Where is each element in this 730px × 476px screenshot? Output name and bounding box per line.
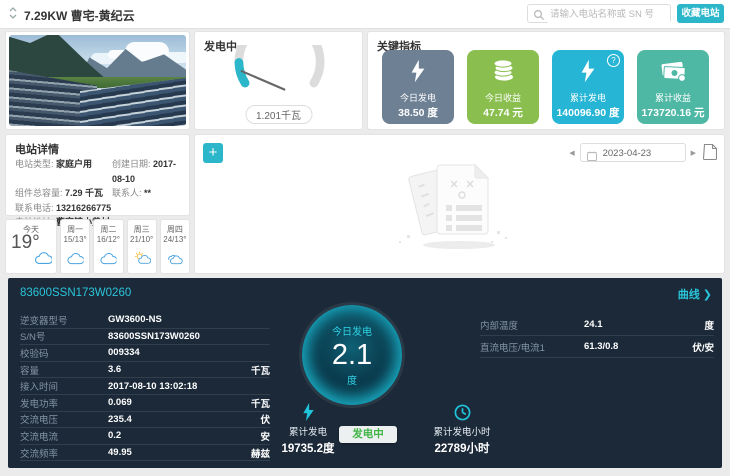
total-hours-stat: 累计发电小时 22789小时 [410,402,514,456]
station-details-card: 电站详情 电站类型: 家庭户用 创建日期: 2017-08-10 组件总容量: … [5,134,190,216]
field-create-date: 创建日期: 2017-08-10 [112,157,183,186]
key-metrics-card: 关键指标 今日发电 38.50 度 今日收益 47.74 元 ? 累计发电 14… [367,31,725,130]
next-date-icon[interactable]: ▶ [691,149,696,157]
weather-day-label: 周三 [128,224,156,235]
table-row: 交流电压235.4伏 [20,412,270,429]
curve-link-label: 曲线 [678,289,700,301]
dashboard-page: 7.29KW 曹宅-黄纪云 收藏电站 发电中 1.201千瓦 [0,0,730,476]
table-row: 直流电压/电流161.3/0.8伏/安 [480,336,714,358]
table-row: 内部温度24.1度 [480,314,714,336]
clock-icon [410,402,514,422]
cash-icon [637,57,709,85]
weather-day-tue: 周二 16/12° [93,219,123,274]
status-badge: 发电中 [339,426,397,443]
weather-temp: 19° [11,232,56,254]
metric-value: 140096.90 度 [552,105,624,120]
cloud-icon [34,252,52,270]
add-chart-button[interactable]: + [203,143,223,163]
table-row: 接入时间2017-08-10 13:02:18 [20,378,270,395]
cloud-icon [67,252,84,270]
coins-icon [467,57,539,85]
station-photo[interactable] [9,35,186,126]
inverter-panel: 83600SSN173W0260 曲线 ❯ 逆变器型号GW3600-NS S/N… [8,278,722,468]
weather-day-label: 周二 [94,224,122,235]
search-box [527,4,671,23]
weather-temp: 15/13° [61,235,89,244]
search-icon [533,8,545,26]
metric-value: 173720.16 元 [637,105,709,120]
metric-total-income: 累计收益 173720.16 元 [637,50,709,124]
weather-day-thu: 周四 24/13° [160,219,190,274]
weather-temp: 24/13° [161,235,189,244]
gauge-value-pill: 1.201千瓦 [245,105,312,124]
metric-label: 累计发电 [552,91,624,104]
lightning-icon [256,402,360,422]
top-bar: 7.29KW 曹宅-黄纪云 收藏电站 [0,0,730,29]
search-input[interactable] [548,6,670,23]
metric-label: 今日收益 [467,91,539,104]
metric-total-generation: ? 累计发电 140096.90 度 [552,50,624,124]
table-row: 交流频率49.95赫兹 [20,445,270,462]
field-capacity: 组件总容量: 7.29 千瓦 [15,186,112,201]
generation-gauge-card: 发电中 1.201千瓦 [194,31,363,130]
chevron-right-icon: ❯ [703,289,712,301]
daily-gauge-label: 今日发电 [332,323,372,338]
sun-cloud-icon [133,251,151,270]
stat-value: 22789小时 [410,440,514,456]
daily-gauge-value: 2.1 [332,340,372,370]
weather-day-mon: 周一 15/13° [60,219,90,274]
metric-label: 累计收益 [637,91,709,104]
station-title: 7.29KW 曹宅-黄纪云 [24,7,135,24]
date-controls: ◀ 2023-04-23 ▶ [569,143,696,162]
station-details-title: 电站详情 [15,141,59,157]
weather-day-wed: 周三 21/10° [127,219,157,274]
weather-temp: 21/10° [128,235,156,244]
favorite-station-button[interactable]: 收藏电站 [677,4,724,23]
stat-label: 累计发电小时 [410,424,514,438]
table-row: 逆变器型号GW3600-NS [20,312,270,329]
calendar-icon [587,148,597,166]
daily-generation-gauge: 今日发电 2.1 度 [302,305,402,405]
table-row: 交流电流0.2安 [20,428,270,445]
metric-label: 今日发电 [382,91,454,104]
weather-day-label: 周四 [161,224,189,235]
curve-link[interactable]: 曲线 ❯ [678,286,712,302]
field-contact: 联系人: ** [112,186,183,201]
partly-cloudy-icon [166,252,183,270]
metric-value: 47.74 元 [467,105,539,120]
inverter-sn-tab[interactable]: 83600SSN173W0260 [20,287,131,299]
lightning-icon [382,57,454,85]
empty-state-illustration [385,157,535,262]
table-row: 容量3.6千瓦 [20,362,270,379]
prev-date-icon[interactable]: ◀ [569,149,574,157]
weather-strip: 今天 19° 周一 15/13° 周二 16/12° 周三 21/10° [5,219,190,274]
table-row: 校验码009334 [20,345,270,362]
report-icon[interactable] [703,143,717,165]
weather-temp: 16/12° [94,235,122,244]
power-gauge [207,45,352,107]
station-photo-card [5,31,190,130]
field-station-type: 电站类型: 家庭户用 [15,157,112,186]
date-picker[interactable]: 2023-04-23 [580,143,686,162]
metric-value: 38.50 度 [382,105,454,120]
daily-gauge-unit: 度 [347,372,357,387]
weather-today: 今天 19° [5,219,57,274]
lightning-icon [552,57,624,85]
date-value: 2023-04-23 [603,148,652,159]
metric-today-generation: 今日发电 38.50 度 [382,50,454,124]
weather-day-label: 周一 [61,224,89,235]
metric-today-income: 今日收益 47.74 元 [467,50,539,124]
cloud-icon [100,252,117,270]
table-row: 发电功率0.069千瓦 [20,395,270,412]
inverter-right-table: 内部温度24.1度 直流电压/电流161.3/0.8伏/安 [480,314,714,358]
collapse-chevron-icon[interactable] [8,6,18,25]
chart-panel: + ◀ 2023-04-23 ▶ [194,134,725,274]
inverter-left-table: 逆变器型号GW3600-NS S/N号83600SSN173W0260 校验码0… [20,312,270,461]
table-row: S/N号83600SSN173W0260 [20,329,270,346]
field-phone: 联系电话: 13216266775 [15,201,183,216]
